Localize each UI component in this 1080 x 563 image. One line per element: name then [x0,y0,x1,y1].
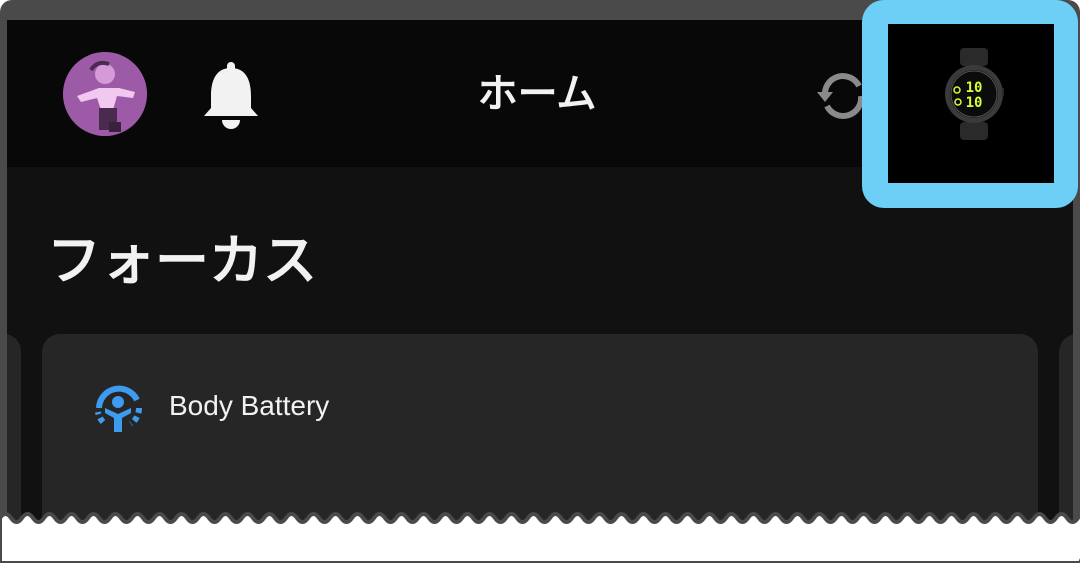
avatar-figure-icon [63,52,147,136]
card-label: Body Battery [169,390,330,421]
svg-text:10: 10 [966,95,983,111]
body-battery-icon [89,378,147,436]
section-title-focus: フォーカス [47,229,317,292]
bell-icon [204,62,258,129]
page-title: ホーム [477,71,597,117]
avatar[interactable] [63,52,147,136]
svg-text:10: 10 [966,80,983,96]
device-button[interactable]: 10 10 [888,24,1054,183]
notifications-button[interactable] [200,60,262,132]
torn-edge [0,512,1080,563]
watch-icon: 10 10 [945,48,1004,140]
